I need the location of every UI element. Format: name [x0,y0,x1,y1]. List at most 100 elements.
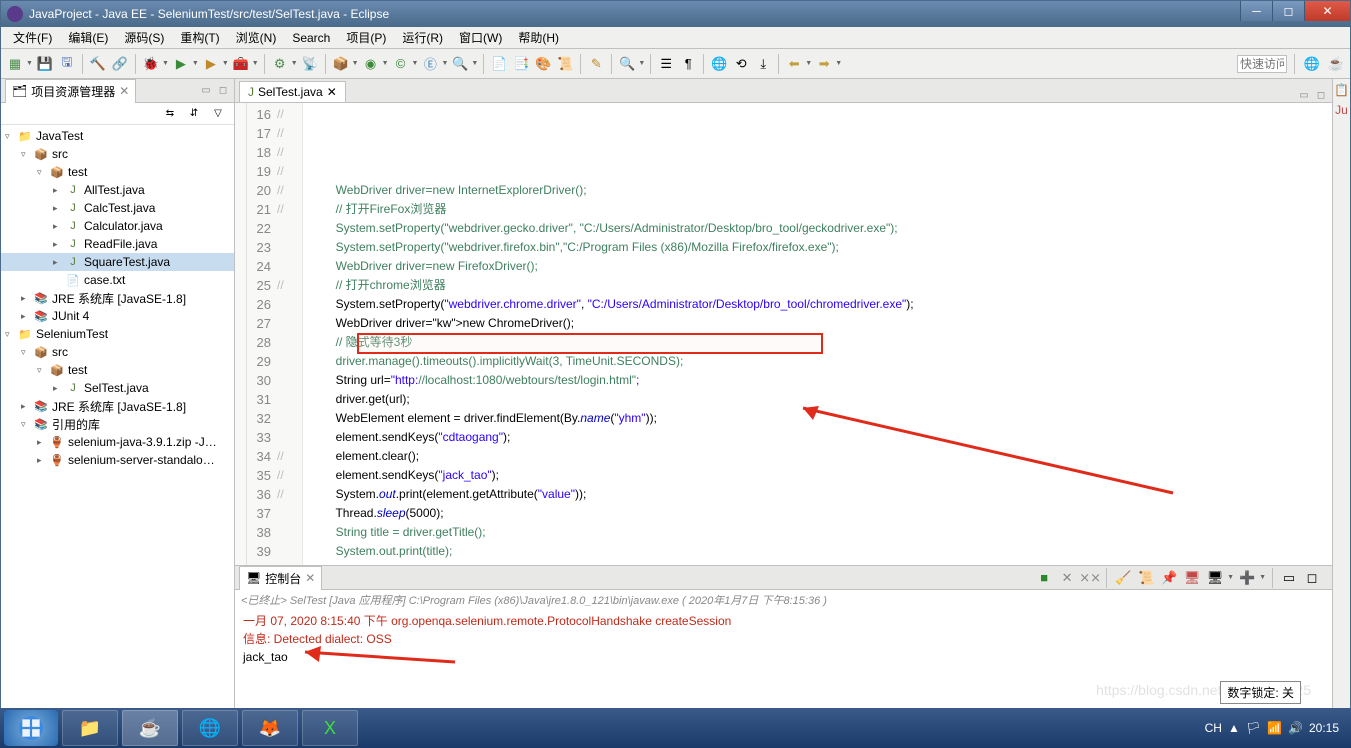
view-menu-icon[interactable]: ▽ [208,104,228,124]
remove-launch-icon[interactable]: ✕ [1057,568,1077,588]
link-icon[interactable]: 🔗 [110,54,130,74]
tray-time[interactable]: 20:15 [1309,721,1339,735]
tree-item[interactable]: ▿📚引用的库 [1,415,234,433]
menu-item[interactable]: 源码(S) [116,26,172,49]
perspective-javaee-icon[interactable]: 🌐 [1302,54,1322,74]
perspective-java-icon[interactable]: ☕ [1326,54,1346,74]
search-icon[interactable]: 🔍 [617,54,637,74]
new-enum-icon[interactable]: Ⓔ [420,54,440,74]
close-button[interactable]: ✕ [1304,1,1350,21]
tree-item[interactable]: ▸🏺selenium-server-standalo… [1,451,234,469]
tree-item[interactable]: ▿📁JavaTest [1,127,234,145]
minimize-button[interactable]: ─ [1240,1,1272,21]
outline-icon[interactable]: 📋 [1334,83,1349,97]
toggle-breadcrumb-icon[interactable]: ☰ [656,54,676,74]
menu-item[interactable]: 运行(R) [394,26,451,49]
tree-item[interactable]: ▿📦test [1,163,234,181]
new-xml-icon[interactable]: 📄 [489,54,509,74]
start-button[interactable] [4,710,58,746]
max-console-icon[interactable]: ◻ [1302,568,1322,588]
menu-item[interactable]: 项目(P) [338,26,394,49]
debug-icon[interactable]: 🐞 [141,54,161,74]
close-panel-icon[interactable]: ✕ [119,84,129,98]
tray-sound-icon[interactable]: 🔊 [1288,721,1303,735]
new-css-icon[interactable]: 🎨 [533,54,553,74]
minimize-panel-icon[interactable]: ▭ [199,84,213,98]
forward-icon[interactable]: ➡ [814,54,834,74]
menu-item[interactable]: 帮助(H) [510,26,567,49]
editor-tab[interactable]: J SelTest.java ✕ [239,81,346,102]
open-console-icon[interactable]: 🖥 [1205,568,1225,588]
task-chrome[interactable]: 🌐 [182,710,238,746]
tree-item[interactable]: ▿📦test [1,361,234,379]
tray-flag-icon[interactable]: 🏳 [1246,721,1261,735]
server-icon[interactable]: ⚙ [270,54,290,74]
task-eclipse[interactable]: ☕ [122,710,178,746]
type-icon[interactable]: ◉ [361,54,381,74]
minimize-editor-icon[interactable]: ▭ [1297,88,1311,102]
task-icon[interactable]: ✎ [586,54,606,74]
link-editor-icon[interactable]: ⇵ [184,104,204,124]
tree-item[interactable]: ▸📚JRE 系统库 [JavaSE-1.8] [1,397,234,415]
pin-console-icon[interactable]: 📌 [1159,568,1179,588]
task-xshell[interactable]: X [302,710,358,746]
menu-item[interactable]: 重构(T) [172,26,227,49]
tree-item[interactable]: ▿📦src [1,343,234,361]
build-icon[interactable]: 🔨 [88,54,108,74]
new-js-icon[interactable]: 📜 [555,54,575,74]
ext-tools-icon[interactable]: 🧰 [231,54,251,74]
remove-all-icon[interactable]: ⨯⨯ [1080,568,1100,588]
new-class-icon[interactable]: © [391,54,411,74]
min-console-icon[interactable]: ▭ [1279,568,1299,588]
new-icon[interactable]: ▦ [5,54,25,74]
tray-up-icon[interactable]: ▲ [1228,721,1240,735]
task-explorer[interactable]: 📁 [62,710,118,746]
tree-item[interactable]: ▸📚JRE 系统库 [JavaSE-1.8] [1,289,234,307]
close-console-icon[interactable]: ✕ [305,571,315,585]
new-jsp-icon[interactable]: 📑 [511,54,531,74]
tree-item[interactable]: ▸JCalcTest.java [1,199,234,217]
tree-item[interactable]: ▸JReadFile.java [1,235,234,253]
code-editor[interactable]: 1617181920212223242526272829303132333435… [235,103,1332,565]
tray-lang[interactable]: CH [1205,721,1222,735]
menu-item[interactable]: 文件(F) [5,26,60,49]
tree-item[interactable]: 📄case.txt [1,271,234,289]
menu-item[interactable]: Search [284,28,338,48]
collapse-all-icon[interactable]: ⇆ [160,104,180,124]
tree-item[interactable]: ▸JSquareTest.java [1,253,234,271]
clear-console-icon[interactable]: 🧹 [1113,568,1133,588]
pin-icon[interactable]: ¶ [678,54,698,74]
junit-icon[interactable]: Ju [1335,103,1348,117]
fetch-icon[interactable]: ⤓ [753,54,773,74]
save-icon[interactable]: 💾 [35,54,55,74]
menu-item[interactable]: 窗口(W) [451,26,510,49]
tree-item[interactable]: ▸📚JUnit 4 [1,307,234,325]
task-firefox[interactable]: 🦊 [242,710,298,746]
tree-item[interactable]: ▿📦src [1,145,234,163]
terminate-icon[interactable]: ■ [1034,568,1054,588]
project-explorer-tab[interactable]: 🗂 项目资源管理器 ✕ [5,79,136,103]
menu-item[interactable]: 编辑(E) [60,26,116,49]
menu-item[interactable]: 浏览(N) [228,26,285,49]
maximize-panel-icon[interactable]: ◻ [216,84,230,98]
close-tab-icon[interactable]: ✕ [327,85,337,99]
display-console-icon[interactable]: 🖥 [1182,568,1202,588]
console-tab[interactable]: 🖥 控制台 ✕ [239,566,322,590]
scroll-lock-icon[interactable]: 📜 [1136,568,1156,588]
save-all-icon[interactable]: 🖫 [57,54,77,74]
project-tree[interactable]: ▿📁JavaTest▿📦src▿📦test▸JAllTest.java▸JCal… [1,125,234,725]
browser-icon[interactable]: 🌐 [709,54,729,74]
tray-network-icon[interactable]: 📶 [1267,721,1282,735]
tree-item[interactable]: ▸JSelTest.java [1,379,234,397]
quick-access-input[interactable] [1237,55,1287,73]
new-package-icon[interactable]: 📦 [331,54,351,74]
maximize-button[interactable]: ◻ [1272,1,1304,21]
back-icon[interactable]: ⬅ [784,54,804,74]
new-server-icon[interactable]: 📡 [300,54,320,74]
tree-item[interactable]: ▸JAllTest.java [1,181,234,199]
open-type-icon[interactable]: 🔍 [450,54,470,74]
new-console-icon[interactable]: ➕ [1237,568,1257,588]
run-icon[interactable]: ▶ [171,54,191,74]
tree-item[interactable]: ▸JCalculator.java [1,217,234,235]
tree-item[interactable]: ▸🏺selenium-java-3.9.1.zip -J… [1,433,234,451]
